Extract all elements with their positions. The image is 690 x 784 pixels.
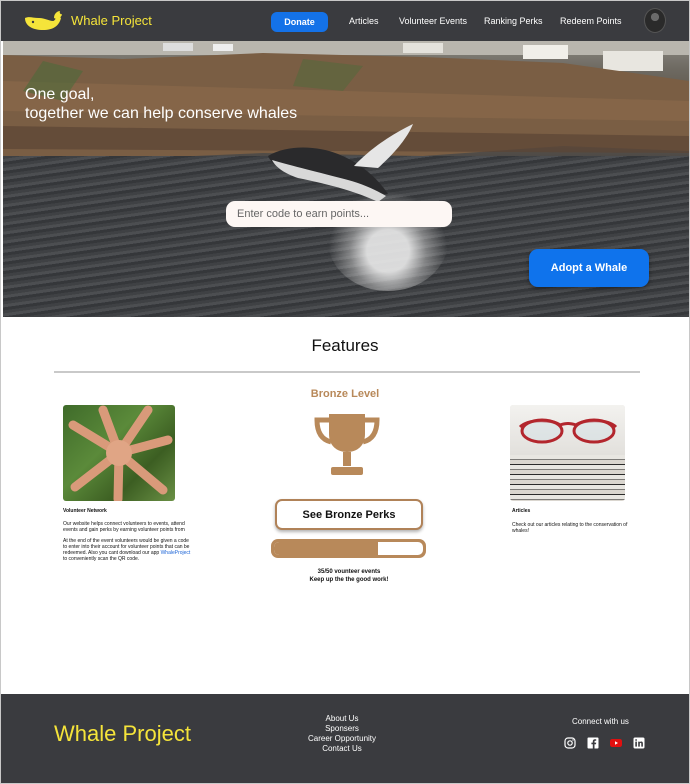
nav-link-articles[interactable]: Articles bbox=[349, 16, 379, 26]
footer-brand: Whale Project bbox=[54, 721, 191, 746]
footer: Whale Project About Us Sponsers Career O… bbox=[1, 694, 689, 783]
encouragement-text: Keep up the the good work! bbox=[309, 577, 389, 583]
whale-logo-icon bbox=[25, 11, 62, 30]
see-bronze-perks-button[interactable]: See Bronze Perks bbox=[275, 499, 423, 530]
connect-with-us-label: Connect with us bbox=[572, 717, 629, 726]
footer-link-career-opportunity[interactable]: Career Opportunity bbox=[301, 734, 383, 744]
volunteer-hands-image bbox=[63, 405, 175, 501]
volunteer-text-para2-end: to conveniently scan the QR code. bbox=[63, 556, 140, 562]
volunteer-text-para2: At the end of the event volunteers would… bbox=[63, 538, 191, 562]
page: Whale Project Donate Articles Volunteer … bbox=[0, 0, 690, 784]
hands-circle-illustration bbox=[68, 405, 173, 501]
avatar[interactable] bbox=[644, 8, 666, 33]
trophy-icon bbox=[314, 414, 380, 475]
footer-link-contact-us[interactable]: Contact Us bbox=[301, 744, 383, 754]
articles-heading: Articles bbox=[512, 508, 531, 514]
volunteer-text-para1: Our website helps connect volunteers to … bbox=[63, 521, 185, 533]
volunteer-progress-bar bbox=[271, 539, 426, 558]
youtube-icon[interactable] bbox=[610, 737, 622, 749]
glasses-illustration bbox=[518, 418, 618, 444]
nav-link-redeem-points[interactable]: Redeem Points bbox=[560, 16, 622, 26]
features-heading: Features bbox=[311, 336, 379, 355]
volunteer-network-text: Our website helps connect volunteers to … bbox=[63, 521, 191, 562]
events-count-text: 35/50 vounteer events bbox=[317, 569, 381, 575]
code-input[interactable] bbox=[226, 201, 452, 227]
progress-summary: 35/50 vounteer events Keep up the the go… bbox=[1, 568, 690, 584]
progress-fill bbox=[274, 542, 379, 555]
bronze-level-title: Bronze Level bbox=[310, 388, 380, 400]
nav-link-ranking-perks[interactable]: Ranking Perks bbox=[484, 16, 543, 26]
hero-title-line1: One goal, bbox=[25, 86, 95, 103]
whale-logo[interactable] bbox=[23, 10, 63, 32]
footer-links: About Us Sponsers Career Opportunity Con… bbox=[301, 714, 383, 754]
features-divider bbox=[54, 371, 640, 373]
whaleproject-app-link[interactable]: WhaleProject bbox=[161, 550, 191, 556]
hero-banner: One goal, together we can help conserve … bbox=[3, 41, 689, 317]
nav-link-volunteer-events[interactable]: Volunteer Events bbox=[399, 16, 467, 26]
facebook-icon[interactable] bbox=[587, 737, 599, 749]
brand-title[interactable]: Whale Project bbox=[71, 13, 152, 28]
footer-link-sponsers[interactable]: Sponsers bbox=[301, 724, 383, 734]
articles-text: Check out our articles relating to the c… bbox=[512, 522, 628, 534]
progress-track bbox=[274, 542, 423, 555]
linkedin-icon[interactable] bbox=[633, 737, 645, 749]
footer-link-about-us[interactable]: About Us bbox=[301, 714, 383, 724]
top-navbar: Whale Project Donate Articles Volunteer … bbox=[1, 1, 689, 41]
hero-title: One goal, together we can help conserve … bbox=[25, 85, 297, 123]
donate-button[interactable]: Donate bbox=[271, 12, 328, 32]
hero-title-line2: together we can help conserve whales bbox=[25, 105, 298, 122]
volunteer-network-heading: Volunteer Network bbox=[63, 508, 107, 514]
adopt-whale-button[interactable]: Adopt a Whale bbox=[529, 249, 649, 287]
instagram-icon[interactable] bbox=[564, 737, 576, 749]
articles-newspapers-image bbox=[510, 405, 625, 501]
